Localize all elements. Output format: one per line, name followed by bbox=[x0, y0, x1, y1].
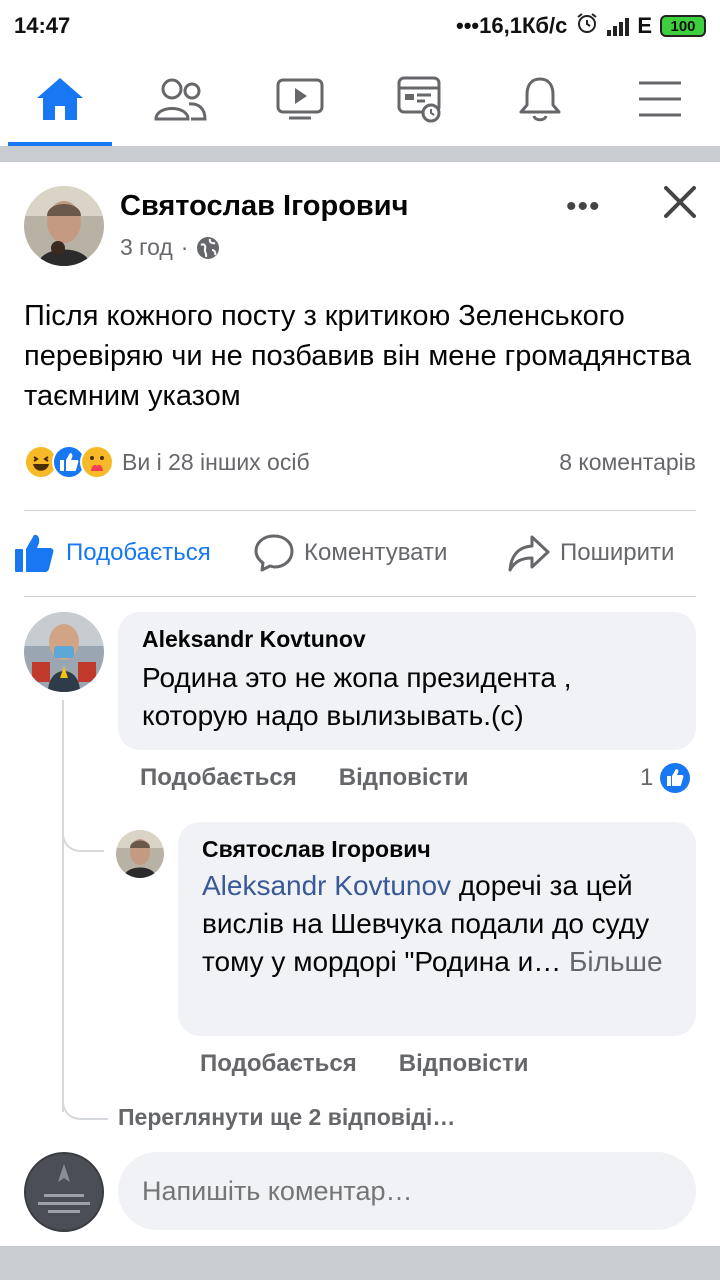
bottom-divider bbox=[0, 1246, 720, 1280]
reactions-summary[interactable]: Ви і 28 інших осіб 8 коментарів bbox=[24, 442, 696, 482]
see-more-link[interactable]: Більше bbox=[561, 946, 663, 977]
nav-friends[interactable] bbox=[120, 52, 240, 146]
nav-watch[interactable] bbox=[240, 52, 360, 146]
comment-actions: Подобається Відповісти bbox=[140, 764, 468, 792]
menu-icon bbox=[639, 81, 681, 117]
nav-menu[interactable] bbox=[600, 52, 720, 146]
network-type: E bbox=[637, 13, 652, 38]
like-label: Подобається bbox=[66, 539, 211, 566]
watch-icon bbox=[276, 78, 324, 120]
status-time: 14:47 bbox=[14, 13, 71, 38]
network-speed: •••16,1Кб/с bbox=[456, 13, 568, 38]
share-button[interactable]: Поширити bbox=[508, 533, 674, 573]
reply-like-button[interactable]: Подобається bbox=[200, 1050, 357, 1078]
like-icon bbox=[15, 534, 54, 572]
reply-mention-link[interactable]: Aleksandr Kovtunov bbox=[202, 870, 451, 901]
nav-notifications[interactable] bbox=[480, 52, 600, 146]
like-count: 1 bbox=[640, 764, 654, 791]
post-more-options[interactable]: ••• bbox=[566, 190, 601, 224]
thread-connector bbox=[62, 808, 104, 852]
comment-text: Родина это не жопа президента , которую … bbox=[142, 662, 572, 731]
alarm-icon bbox=[575, 11, 599, 41]
care-reaction-icon bbox=[80, 445, 114, 479]
bell-icon bbox=[519, 77, 561, 122]
reply-author[interactable]: Святослав Ігорович bbox=[202, 836, 672, 863]
comment-author[interactable]: Aleksandr Kovtunov bbox=[142, 626, 672, 653]
post-author-name[interactable]: Святослав Ігорович bbox=[120, 190, 408, 223]
commenter-avatar[interactable] bbox=[24, 612, 104, 692]
friends-icon bbox=[154, 78, 207, 121]
divider bbox=[24, 510, 696, 511]
divider bbox=[24, 596, 696, 597]
comment-input[interactable] bbox=[118, 1152, 696, 1230]
nav-home[interactable] bbox=[0, 52, 120, 146]
home-icon bbox=[37, 78, 83, 120]
post-header: Святослав Ігорович 3 год · ••• bbox=[0, 162, 720, 282]
like-button[interactable]: Подобається bbox=[14, 532, 211, 574]
reply-actions: Подобається Відповісти bbox=[200, 1050, 528, 1078]
close-icon[interactable] bbox=[660, 182, 700, 222]
share-label: Поширити bbox=[560, 539, 675, 566]
comment-icon bbox=[254, 534, 294, 572]
news-icon bbox=[397, 76, 441, 123]
comment-label: Коментувати bbox=[304, 539, 448, 566]
like-badge-icon bbox=[660, 763, 691, 793]
comments-count[interactable]: 8 коментарів bbox=[559, 449, 696, 476]
reply-bubble[interactable]: Святослав Ігорович Aleksandr Kovtunov до… bbox=[178, 822, 696, 1036]
status-indicators: •••16,1Кб/с E 100 bbox=[456, 11, 706, 41]
post-meta: 3 год · bbox=[120, 234, 220, 261]
view-more-replies[interactable]: Переглянути ще 2 відповіді… bbox=[118, 1104, 455, 1131]
thread-connector bbox=[62, 1076, 108, 1120]
post-time[interactable]: 3 год bbox=[120, 234, 173, 261]
post-actions: Подобається Коментувати Поширити bbox=[0, 522, 720, 584]
comment-bubble[interactable]: Aleksandr Kovtunov Родина это не жопа пр… bbox=[118, 612, 696, 750]
meta-separator: · bbox=[180, 234, 189, 260]
comment-button[interactable]: Коментувати bbox=[254, 533, 447, 573]
reactions-text: Ви і 28 інших осіб bbox=[122, 448, 310, 475]
nav-news[interactable] bbox=[360, 52, 480, 146]
comment-like-button[interactable]: Подобається bbox=[140, 764, 297, 792]
current-user-avatar[interactable] bbox=[24, 1152, 104, 1232]
comment-like-count[interactable]: 1 bbox=[640, 762, 691, 794]
author-avatar[interactable] bbox=[24, 186, 104, 266]
globe-icon bbox=[197, 236, 220, 259]
thread-line bbox=[62, 700, 64, 1112]
comment-reply-button[interactable]: Відповісти bbox=[339, 764, 469, 792]
top-navigation bbox=[0, 52, 720, 146]
status-bar: 14:47 •••16,1Кб/с E 100 bbox=[0, 0, 720, 52]
section-divider bbox=[0, 146, 720, 162]
reply-author-avatar[interactable] bbox=[116, 830, 164, 878]
post-text: Після кожного посту з критикою Зеленсько… bbox=[24, 300, 692, 412]
reply-text: Aleksandr Kovtunov доречі за цей вислів … bbox=[202, 867, 672, 981]
battery-icon: 100 bbox=[660, 15, 706, 37]
signal-icon bbox=[607, 16, 630, 36]
share-icon bbox=[508, 535, 550, 572]
reply-reply-button[interactable]: Відповісти bbox=[399, 1050, 529, 1078]
reaction-icons bbox=[24, 445, 114, 479]
